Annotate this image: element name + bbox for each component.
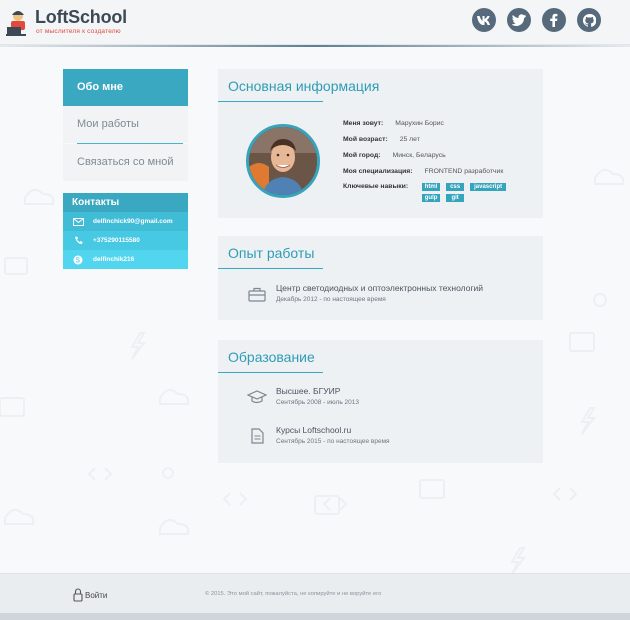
info-value: FRONTEND разработчик — [424, 167, 504, 175]
skill-badge: javascript — [470, 183, 507, 191]
site-header: LoftSchool от мыслителя к создателю — [0, 0, 630, 45]
skill-badge: css — [446, 183, 465, 191]
title-underline — [218, 268, 323, 269]
contacts-panel: Контакты delfinchick90@gmail.com +375290… — [63, 193, 188, 269]
experience-period: Декабрь 2012 - по настоящее время — [276, 296, 386, 303]
info-key: Мой город: — [343, 151, 381, 159]
skill-badge: git — [446, 194, 465, 202]
main-info-title: Основная информация — [228, 78, 380, 94]
logo-title: LoftSchool — [35, 7, 127, 27]
logo-mascot-icon — [6, 11, 26, 36]
contact-phone-text: +375290115580 — [93, 237, 140, 244]
main-info-card: Основная информация Меня зовут: Марухин … — [218, 69, 543, 218]
education-entry: Высшее. БГУИР Сентябрь 2008 - июль 2013 — [246, 386, 359, 408]
title-underline — [218, 101, 323, 102]
twitter-icon[interactable] — [507, 8, 531, 32]
info-key: Моя специализация: — [343, 167, 413, 175]
login-label: Войти — [85, 590, 108, 600]
logo[interactable]: LoftSchool от мыслителя к создателю — [6, 6, 136, 38]
facebook-icon[interactable] — [542, 8, 566, 32]
education-entry: Курсы Loftschool.ru Сентябрь 2015 - по н… — [246, 425, 390, 447]
avatar — [246, 124, 320, 198]
info-key: Ключевые навыки: — [343, 183, 409, 190]
nav-item-about[interactable]: Обо мне — [63, 69, 188, 106]
experience-card: Опыт работы Центр светодиодных и оптоэле… — [218, 236, 543, 320]
experience-title: Опыт работы — [228, 245, 315, 261]
education-institution: Курсы Loftschool.ru — [276, 425, 352, 435]
info-row-age: Мой возраст: 25 лет — [343, 131, 530, 147]
contact-phone[interactable]: +375290115580 — [63, 231, 188, 250]
copyright: © 2015. Это мой сайт, пожалуйста, не коп… — [205, 591, 382, 597]
info-list: Меня зовут: Марухин Борис Мой возраст: 2… — [343, 115, 530, 202]
contacts-title: Контакты — [63, 193, 188, 212]
lock-icon — [73, 588, 83, 602]
info-value: 25 лет — [399, 135, 420, 143]
contact-email[interactable]: delfinchick90@gmail.com — [63, 212, 188, 231]
github-icon[interactable] — [577, 8, 601, 32]
title-underline — [218, 372, 323, 373]
graduation-cap-icon — [246, 386, 268, 408]
contact-email-text: delfinchick90@gmail.com — [93, 218, 173, 225]
login-button[interactable]: Войти — [73, 588, 107, 602]
skill-badge: html — [422, 183, 441, 191]
info-row-name: Меня зовут: Марухин Борис — [343, 115, 530, 131]
education-period: Сентябрь 2015 - по настоящее время — [276, 438, 390, 445]
info-row-specialization: Моя специализация: FRONTEND разработчик — [343, 163, 530, 179]
info-value: Минск, Беларусь — [392, 151, 446, 159]
info-value: Марухин Борис — [395, 119, 444, 127]
social-links — [472, 8, 601, 34]
header-divider — [0, 45, 630, 47]
contact-skype-text: delfinchik216 — [93, 256, 135, 263]
skills-list: html css javascript gulp git — [422, 183, 530, 202]
sidebar-nav: Обо мне Мои работы Связаться со мной — [63, 69, 188, 181]
contact-skype[interactable]: delfinchik216 — [63, 250, 188, 269]
experience-entry: Центр светодиодных и оптоэлектронных тех… — [246, 283, 483, 305]
education-institution: Высшее. БГУИР — [276, 386, 341, 396]
info-row-city: Мой город: Минск, Беларусь — [343, 147, 530, 163]
footer-bottom-bar — [0, 613, 630, 620]
education-period: Сентябрь 2008 - июль 2013 — [276, 399, 359, 406]
nav-item-works[interactable]: Мои работы — [63, 106, 188, 143]
phone-icon — [63, 236, 93, 245]
document-icon — [246, 425, 268, 447]
vk-icon[interactable] — [472, 8, 496, 32]
mail-icon — [63, 217, 93, 226]
info-key: Мой возраст: — [343, 135, 388, 143]
site-footer: Войти © 2015. Это мой сайт, пожалуйста, … — [0, 573, 630, 614]
logo-subtitle: от мыслителя к создателю — [36, 28, 121, 35]
skill-badge: gulp — [422, 194, 441, 202]
info-key: Меня зовут: — [343, 119, 384, 127]
briefcase-icon — [246, 283, 268, 305]
education-title: Образование — [228, 349, 315, 365]
experience-company: Центр светодиодных и оптоэлектронных тех… — [276, 283, 484, 293]
education-card: Образование Высшее. БГУИР Сентябрь 2008 … — [218, 340, 543, 463]
info-row-skills: Ключевые навыки: html css javascript gul… — [343, 179, 530, 202]
skype-icon — [63, 255, 93, 265]
nav-item-contact[interactable]: Связаться со мной — [63, 144, 188, 181]
